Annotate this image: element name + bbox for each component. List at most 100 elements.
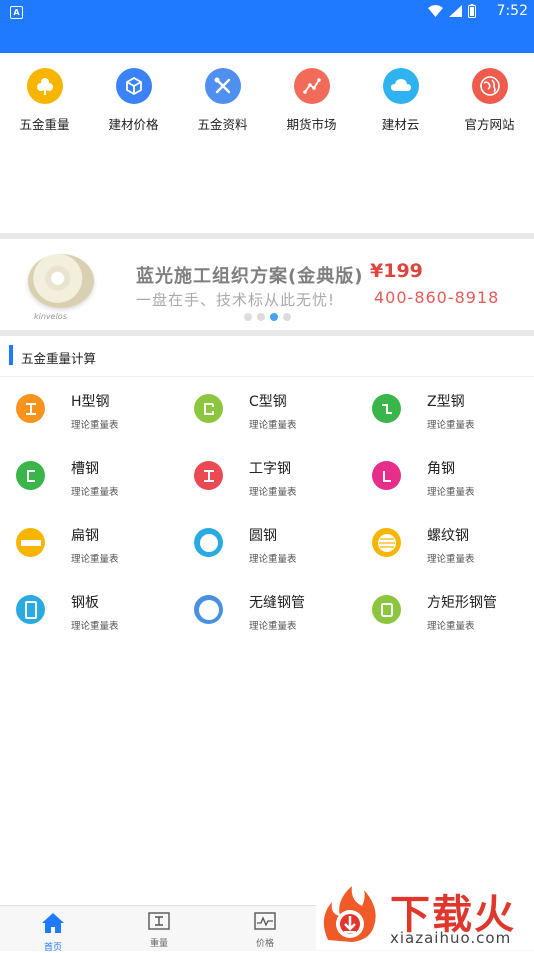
banner-title: 蓝光施工组织方案(金典版)	[136, 266, 364, 287]
menu-label: 五金重量	[19, 117, 70, 132]
h-beam-icon	[16, 394, 45, 423]
carousel-dots	[244, 313, 291, 321]
item-name: 槽钢	[71, 461, 99, 477]
item-desc: 理论重量表	[427, 621, 475, 632]
item-name: Z型钢	[427, 394, 465, 410]
item-name: 无缝钢管	[249, 595, 305, 611]
item-desc: 理论重量表	[71, 420, 119, 431]
home-icon	[42, 913, 64, 933]
item-desc: 理论重量表	[427, 554, 475, 565]
nav-label: 价格	[255, 939, 274, 949]
promo-banner[interactable]: kinvelos 蓝光施工组织方案(金典版) ¥199 一盘在手、技术标从此无忧…	[0, 240, 534, 330]
banner-phone: 400-860-8918	[374, 288, 500, 307]
item-name: 圆钢	[249, 528, 277, 544]
cd-disc-image	[28, 254, 94, 308]
tools-icon	[204, 68, 241, 104]
watermark-url: xiazaihuo.com	[390, 929, 512, 947]
menu-item-hardware-weight[interactable]: 五金重量	[0, 68, 89, 133]
section-accent-bar	[9, 345, 13, 365]
clover-icon	[26, 68, 63, 104]
item-desc: 理论重量表	[71, 487, 119, 498]
i-beam-icon	[194, 461, 223, 490]
menu-label: 建材云	[381, 117, 420, 132]
app-header	[0, 24, 534, 53]
grid-item-z-steel[interactable]: Z型钢 理论重量表	[356, 380, 534, 446]
seamless-pipe-icon	[194, 595, 223, 624]
nav-tab-home[interactable]: 首页	[0, 912, 106, 953]
item-desc: 理论重量表	[427, 487, 475, 498]
menu-item-material-price[interactable]: 建材价格	[89, 68, 178, 133]
rebar-icon	[372, 528, 401, 557]
carousel-dot[interactable]	[283, 313, 291, 321]
status-bar: A 7:52	[0, 0, 534, 24]
menu-item-futures-market[interactable]: 期货市场	[267, 68, 356, 133]
item-name: 角钢	[427, 461, 455, 477]
item-name: C型钢	[249, 394, 287, 410]
weight-icon	[148, 912, 170, 930]
cloud-icon	[382, 68, 419, 104]
grid-item-angle-steel[interactable]: 角钢 理论重量表	[356, 447, 534, 513]
signal-icon	[449, 5, 462, 17]
item-desc: 理论重量表	[71, 621, 119, 632]
grid-item-i-beam[interactable]: 工字钢 理论重量表	[178, 447, 356, 513]
round-steel-icon	[194, 528, 223, 557]
nav-tab-price[interactable]: 价格	[212, 912, 318, 949]
menu-item-official-site[interactable]: 官方网站	[445, 68, 534, 133]
menu-item-hardware-info[interactable]: 五金资料	[178, 68, 267, 133]
square-tube-icon	[372, 595, 401, 624]
menu-label: 官方网站	[464, 117, 515, 132]
steel-plate-icon	[16, 595, 45, 624]
item-name: H型钢	[71, 394, 110, 410]
grid-item-c-steel[interactable]: C型钢 理论重量表	[178, 380, 356, 446]
nav-tab-weight[interactable]: 重量	[106, 912, 212, 949]
clock: 7:52	[496, 3, 528, 19]
price-chart-icon	[254, 912, 276, 930]
watermark: 下载火 xiazaihuo.com	[316, 880, 534, 950]
grid-item-seamless-pipe[interactable]: 无缝钢管 理论重量表	[178, 581, 356, 647]
grid-item-rebar[interactable]: 螺纹钢 理论重量表	[356, 514, 534, 580]
item-name: 螺纹钢	[427, 528, 469, 544]
item-desc: 理论重量表	[249, 487, 297, 498]
banner-subtitle: 一盘在手、技术标从此无忧!	[136, 291, 336, 309]
status-icons	[428, 4, 476, 18]
grid-item-steel-plate[interactable]: 钢板 理论重量表	[0, 581, 178, 647]
c-steel-icon	[194, 394, 223, 423]
angle-steel-icon	[372, 461, 401, 490]
flat-steel-icon	[16, 528, 45, 557]
wifi-icon	[428, 5, 443, 17]
cube-icon	[115, 68, 152, 104]
channel-steel-icon	[16, 461, 45, 490]
trend-icon	[293, 68, 330, 104]
top-menu: 五金重量 建材价格 五金资料 期货市场 建材云 官方网站	[0, 68, 534, 138]
menu-label: 建材价格	[108, 117, 159, 132]
item-desc: 理论重量表	[427, 420, 475, 431]
grid-item-h-beam[interactable]: H型钢 理论重量表	[0, 380, 178, 446]
item-name: 工字钢	[249, 461, 291, 477]
globe-icon	[471, 68, 508, 104]
item-desc: 理论重量表	[249, 554, 297, 565]
z-steel-icon	[372, 394, 401, 423]
grid-item-square-tube[interactable]: 方矩形钢管 理论重量表	[356, 581, 534, 647]
section-header: 五金重量计算	[0, 336, 534, 377]
grid-item-round-steel[interactable]: 圆钢 理论重量表	[178, 514, 356, 580]
item-name: 钢板	[71, 595, 99, 611]
item-name: 方矩形钢管	[427, 595, 497, 611]
carousel-dot[interactable]	[257, 313, 265, 321]
menu-label: 期货市场	[286, 117, 337, 132]
menu-label: 五金资料	[197, 117, 248, 132]
grid-item-flat-steel[interactable]: 扁钢 理论重量表	[0, 514, 178, 580]
flame-logo-icon	[323, 886, 376, 942]
grid-item-channel-steel[interactable]: 槽钢 理论重量表	[0, 447, 178, 513]
carousel-dot-active[interactable]	[270, 313, 278, 321]
menu-item-material-cloud[interactable]: 建材云	[356, 68, 445, 133]
carousel-dot[interactable]	[244, 313, 252, 321]
battery-icon	[468, 4, 476, 18]
item-name: 扁钢	[71, 528, 99, 544]
section-title: 五金重量计算	[21, 351, 97, 366]
disc-label: kinvelos	[34, 312, 67, 321]
banner-price: ¥199	[370, 260, 423, 282]
divider	[0, 233, 534, 239]
nav-label: 首页	[43, 943, 62, 953]
nav-label: 重量	[149, 939, 168, 949]
item-desc: 理论重量表	[71, 554, 119, 565]
